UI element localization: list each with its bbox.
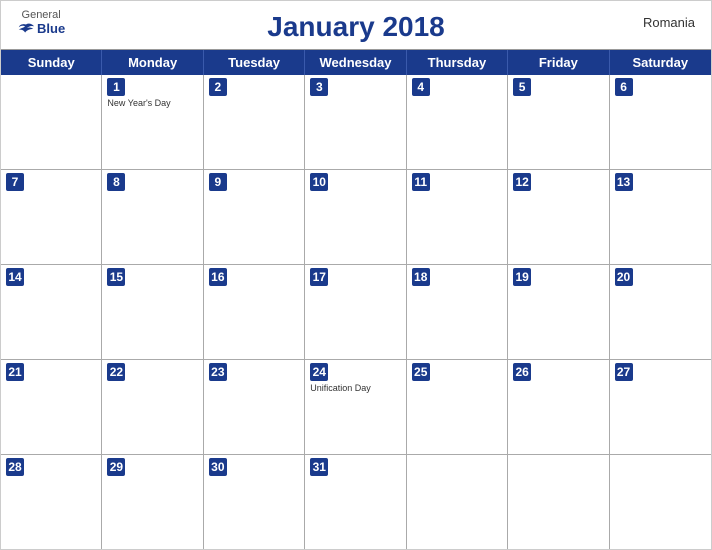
day-number: 30 <box>209 458 227 476</box>
day-cell: 18 <box>407 265 508 359</box>
day-cell: 7 <box>1 170 102 264</box>
day-cell <box>1 75 102 169</box>
country-label: Romania <box>643 15 695 30</box>
day-cell: 1 New Year's Day <box>102 75 203 169</box>
weeks-container: 1New Year's Day2345678910111213141516171… <box>1 75 711 549</box>
calendar-container: General Blue January 2018 Romania Sunday… <box>0 0 712 550</box>
day-number: 18 <box>412 268 430 286</box>
header-sunday: Sunday <box>1 50 102 75</box>
day-number: 15 <box>107 268 125 286</box>
day-number: 5 <box>513 78 531 96</box>
day-cell: 19 <box>508 265 609 359</box>
day-cell: 2 <box>204 75 305 169</box>
logo-bird-icon <box>17 22 35 36</box>
day-cell: 12 <box>508 170 609 264</box>
day-cell: 5 <box>508 75 609 169</box>
day-number: 7 <box>6 173 24 191</box>
day-cell: 24 Unification Day <box>305 360 406 454</box>
day-number: 16 <box>209 268 227 286</box>
day-cell: 17 <box>305 265 406 359</box>
day-cell: 27 <box>610 360 711 454</box>
day-number: 12 <box>513 173 531 191</box>
day-number: 31 <box>310 458 328 476</box>
calendar-grid: Sunday Monday Tuesday Wednesday Thursday… <box>1 49 711 549</box>
logo-general: General <box>22 9 61 21</box>
week-row-3: 14 15 16 17 18 19 20 <box>1 265 711 360</box>
day-cell: 20 <box>610 265 711 359</box>
day-cell: 9 <box>204 170 305 264</box>
day-number: 25 <box>412 363 430 381</box>
header-saturday: Saturday <box>610 50 711 75</box>
day-number: 23 <box>209 363 227 381</box>
day-number-empty <box>412 458 430 476</box>
day-cell: 14 <box>1 265 102 359</box>
day-number: 8 <box>107 173 125 191</box>
day-number-empty <box>6 78 24 96</box>
day-number: 21 <box>6 363 24 381</box>
week-row-5: 28 29 30 31 <box>1 455 711 549</box>
day-cell: 23 <box>204 360 305 454</box>
day-number: 29 <box>107 458 125 476</box>
header-wednesday: Wednesday <box>305 50 406 75</box>
day-number: 26 <box>513 363 531 381</box>
day-number-empty <box>513 458 531 476</box>
day-cell <box>610 455 711 549</box>
day-number: 10 <box>310 173 328 191</box>
day-cell: 30 <box>204 455 305 549</box>
month-title: January 2018 <box>267 11 444 43</box>
day-number-empty <box>615 458 633 476</box>
day-cell: 28 <box>1 455 102 549</box>
day-cell: 29 <box>102 455 203 549</box>
header-thursday: Thursday <box>407 50 508 75</box>
day-cell: 6 <box>610 75 711 169</box>
holiday-label: New Year's Day <box>107 98 197 109</box>
day-cell: 13 <box>610 170 711 264</box>
logo-blue: Blue <box>17 21 65 36</box>
day-number: 3 <box>310 78 328 96</box>
day-number: 28 <box>6 458 24 476</box>
day-cell: 31 <box>305 455 406 549</box>
week-row-1: 1 New Year's Day 2 3 4 5 6 <box>1 75 711 170</box>
day-number: 17 <box>310 268 328 286</box>
day-cell: 25 <box>407 360 508 454</box>
day-cell: 15 <box>102 265 203 359</box>
day-cell: 21 <box>1 360 102 454</box>
day-cell: 10 <box>305 170 406 264</box>
header-tuesday: Tuesday <box>204 50 305 75</box>
day-number: 27 <box>615 363 633 381</box>
day-cell: 4 <box>407 75 508 169</box>
day-number: 2 <box>209 78 227 96</box>
day-number: 11 <box>412 173 430 191</box>
day-cell: 11 <box>407 170 508 264</box>
day-number: 6 <box>615 78 633 96</box>
holiday-label: Unification Day <box>310 383 400 394</box>
header-friday: Friday <box>508 50 609 75</box>
day-cell: 16 <box>204 265 305 359</box>
day-cell <box>407 455 508 549</box>
day-cell <box>508 455 609 549</box>
day-number: 24 <box>310 363 328 381</box>
day-cell: 22 <box>102 360 203 454</box>
week-row-4: 21 22 23 24 Unification Day 25 26 27 <box>1 360 711 455</box>
day-cell: 3 <box>305 75 406 169</box>
day-cell: 26 <box>508 360 609 454</box>
day-number: 19 <box>513 268 531 286</box>
day-number: 1 <box>107 78 125 96</box>
week-row-2: 7 8 9 10 11 12 13 <box>1 170 711 265</box>
day-headers-row: Sunday Monday Tuesday Wednesday Thursday… <box>1 50 711 75</box>
day-number: 4 <box>412 78 430 96</box>
logo-area: General Blue <box>17 9 65 36</box>
day-number: 14 <box>6 268 24 286</box>
calendar-header: General Blue January 2018 Romania <box>1 1 711 49</box>
header-monday: Monday <box>102 50 203 75</box>
day-number: 20 <box>615 268 633 286</box>
day-cell: 8 <box>102 170 203 264</box>
day-number: 22 <box>107 363 125 381</box>
day-number: 9 <box>209 173 227 191</box>
day-number: 13 <box>615 173 633 191</box>
